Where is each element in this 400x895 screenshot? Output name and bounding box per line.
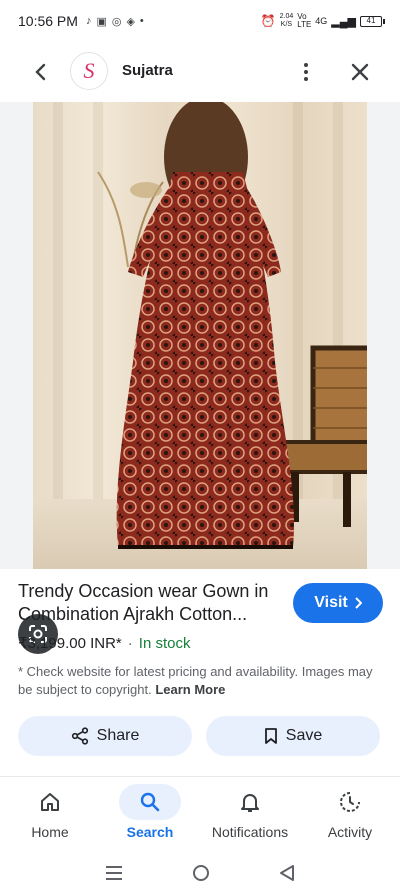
save-button[interactable]: Save: [206, 716, 380, 756]
nav-divider: [0, 776, 400, 777]
source-header: S Sujatra: [0, 42, 400, 102]
nav-home[interactable]: Home: [0, 784, 100, 840]
site-logo[interactable]: S: [70, 52, 108, 90]
shield-icon: ◈: [126, 15, 135, 28]
network-speed: 2.04 K/S: [280, 13, 294, 29]
nav-search[interactable]: Search: [100, 784, 200, 840]
product-price: ₹3,199.00 INR*: [18, 635, 122, 652]
nav-notifications-label: Notifications: [211, 824, 289, 840]
bell-icon: [241, 794, 259, 812]
nav-activity-label: Activity: [327, 824, 373, 840]
nav-search-label: Search: [126, 824, 174, 840]
tiktok-icon: ♪: [85, 15, 92, 27]
logo-letter: S: [83, 58, 95, 83]
speed-unit: K/S: [280, 21, 293, 28]
status-bar: 10:56 PM ♪ ▣ ◎ ◈ • ⏰ 2.04 K/S Vo LTE 4G …: [0, 0, 400, 42]
activity-icon: [340, 792, 360, 812]
chevron-left-icon: [35, 63, 46, 81]
close-button[interactable]: [346, 58, 374, 86]
nav-notifications[interactable]: Notifications: [200, 784, 300, 840]
visit-button[interactable]: Visit: [293, 583, 383, 623]
share-icon: [71, 727, 88, 745]
battery-level: 41: [366, 15, 376, 25]
more-vert-dot: [304, 70, 308, 74]
notification-icons: ♪ ▣ ◎ ◈ •: [86, 15, 144, 28]
bottom-navigation: Home Search Notifications Activity: [0, 778, 400, 850]
product-title[interactable]: Trendy Occasion wear Gown in Combination…: [18, 580, 283, 626]
visit-label: Visit: [314, 594, 348, 611]
alarm-app-icon: ◎: [111, 15, 122, 28]
back-triangle-icon[interactable]: [279, 864, 295, 882]
disclaimer: * Check website for latest pricing and a…: [18, 663, 380, 699]
share-button[interactable]: Share: [18, 716, 192, 756]
signal-type: 4G: [315, 16, 328, 26]
search-icon-wrap: [119, 784, 181, 820]
more-options-button[interactable]: [294, 58, 318, 86]
status-time: 10:56 PM: [18, 13, 78, 29]
app-icon: ▣: [96, 15, 107, 28]
bookmark-icon: [264, 728, 277, 744]
separator-dot: ·: [127, 634, 133, 652]
stock-status: In stock: [138, 634, 191, 652]
curtain-fold: [53, 102, 63, 502]
search-icon: [140, 792, 160, 812]
gown-model: [116, 102, 294, 549]
chevron-right-icon: [355, 597, 362, 609]
home-icon: [41, 793, 59, 811]
home-icon-wrap: [19, 784, 81, 820]
volte-label: Vo LTE: [297, 12, 312, 29]
home-circle-icon[interactable]: [192, 864, 210, 882]
back-button[interactable]: [28, 56, 52, 88]
battery-icon: 41: [360, 15, 385, 27]
recents-icon[interactable]: [105, 865, 123, 881]
system-indicators: ⏰ 2.04 K/S Vo LTE 4G ▂▄▆ 41: [260, 12, 385, 29]
share-label: Share: [96, 727, 140, 744]
speed-value: 2.04: [279, 13, 294, 20]
dot-icon: •: [139, 15, 144, 27]
product-image[interactable]: [33, 102, 367, 569]
price-row: ₹3,199.00 INR* · In stock: [18, 634, 191, 653]
bell-icon-wrap: [219, 784, 281, 820]
more-vert-dot: [304, 77, 308, 81]
system-nav-bar: [0, 850, 400, 895]
more-vert-icon: [304, 63, 308, 67]
nav-activity[interactable]: Activity: [300, 784, 400, 840]
image-viewer: [0, 102, 400, 654]
nav-home-label: Home: [31, 824, 69, 840]
close-icon: [351, 63, 369, 81]
alarm-icon: ⏰: [260, 14, 276, 28]
activity-icon-wrap: [319, 784, 381, 820]
learn-more-link[interactable]: Learn More: [155, 682, 225, 697]
signal-icon: ▂▄▆: [331, 15, 356, 28]
save-label: Save: [285, 727, 323, 744]
site-name[interactable]: Sujatra: [122, 62, 173, 79]
